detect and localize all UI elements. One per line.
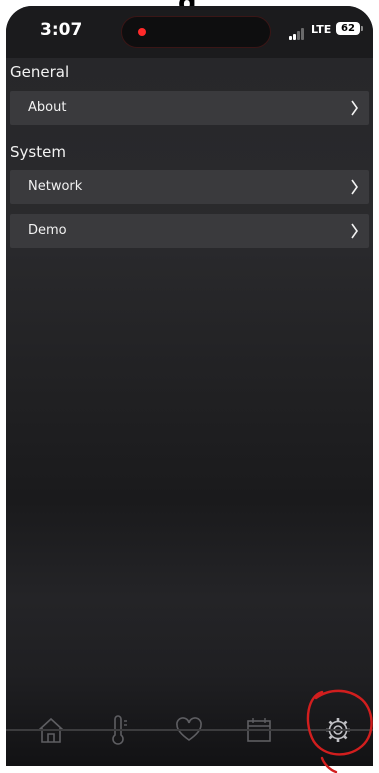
network-type: LTE <box>311 23 332 36</box>
settings-row-label: Demo <box>28 223 67 238</box>
section-header-general: General <box>10 63 70 81</box>
chevron-right-icon <box>351 223 358 239</box>
battery-icon: 62 <box>336 22 360 35</box>
settings-row-about[interactable]: About <box>10 91 369 125</box>
tab-bar <box>6 696 373 766</box>
dynamic-island <box>121 16 271 48</box>
chevron-right-icon <box>351 179 358 195</box>
home-indicator <box>6 729 373 731</box>
section-header-system: System <box>10 143 66 161</box>
signal-icon <box>289 28 307 40</box>
status-time: 3:07 <box>40 20 83 40</box>
recording-dot-icon <box>138 28 146 36</box>
battery-level: 62 <box>341 23 355 34</box>
settings-row-label: About <box>28 100 67 115</box>
status-bar: 3:07 LTE 62 <box>6 6 373 58</box>
phone-screen: 3:07 LTE 62 General About System Network… <box>6 6 373 766</box>
battery-tip <box>361 26 363 31</box>
screenshot-frame: g 3:07 LTE 62 General About <box>0 0 379 773</box>
settings-row-label: Network <box>28 179 83 194</box>
settings-row-demo[interactable]: Demo <box>10 214 369 248</box>
chevron-right-icon <box>351 100 358 116</box>
settings-row-network[interactable]: Network <box>10 170 369 204</box>
